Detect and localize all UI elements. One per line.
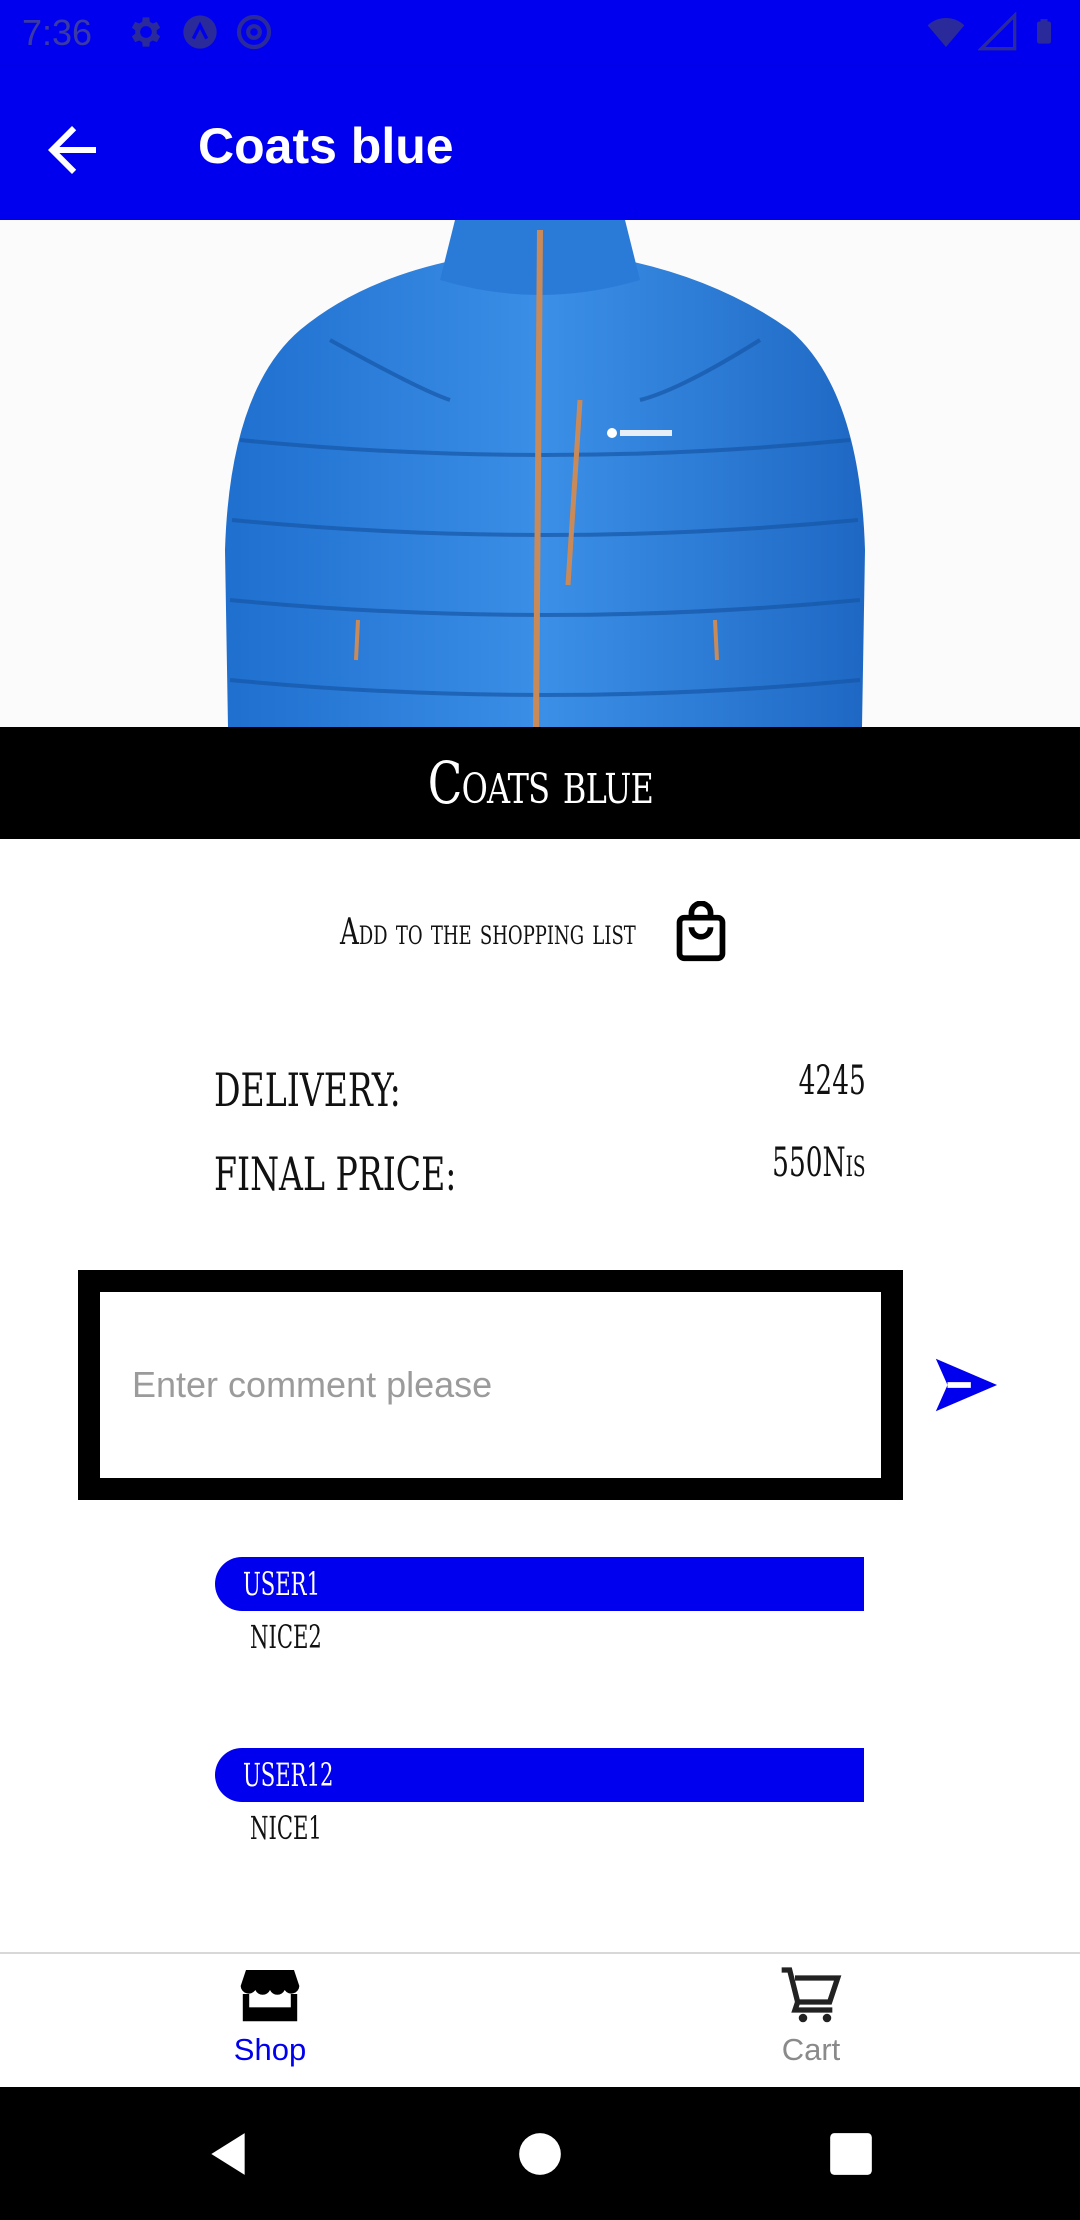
status-time: 7:36 bbox=[22, 12, 93, 53]
comment-box bbox=[78, 1270, 903, 1500]
final-price-value: 550Nis bbox=[772, 1140, 866, 1186]
back-arrow-icon[interactable] bbox=[36, 114, 108, 186]
nav-item-cart[interactable]: Cart bbox=[711, 1964, 911, 2084]
app-bar: Coats blue bbox=[0, 66, 1080, 220]
final-price-label: Final price: bbox=[214, 1147, 457, 1201]
system-navigation-bar bbox=[0, 2087, 1080, 2220]
delivery-label: Delivery: bbox=[214, 1063, 401, 1117]
app-badge-icon bbox=[183, 15, 217, 49]
system-recents-icon[interactable] bbox=[826, 2129, 876, 2179]
comment-author: user1 bbox=[215, 1557, 864, 1611]
wifi-icon bbox=[927, 18, 965, 47]
comment-author: user12 bbox=[215, 1748, 864, 1802]
send-icon[interactable] bbox=[928, 1350, 1002, 1420]
cart-icon bbox=[781, 1967, 842, 2023]
at-sign-icon bbox=[236, 14, 272, 50]
product-name-banner: Coats blue bbox=[0, 727, 1080, 839]
delivery-value: 4245 bbox=[798, 1058, 866, 1104]
page-title: Coats blue bbox=[198, 118, 454, 174]
battery-icon bbox=[1037, 19, 1051, 44]
nav-label-cart: Cart bbox=[781, 2032, 841, 2067]
bottom-navigation: Shop Cart bbox=[0, 1952, 1080, 2087]
product-screen: 7:36 Coats blue Coats blue Add to the sh… bbox=[0, 0, 1080, 2220]
comment-input[interactable] bbox=[100, 1292, 881, 1478]
jacket-illustration bbox=[225, 220, 865, 727]
comment-text: nice2 bbox=[250, 1618, 322, 1656]
product-image bbox=[0, 220, 1080, 727]
cell-signal-icon bbox=[978, 12, 1017, 51]
system-back-icon[interactable] bbox=[203, 2129, 253, 2179]
system-home-icon[interactable] bbox=[515, 2129, 565, 2179]
comment-text: nice1 bbox=[250, 1809, 322, 1847]
product-name: Coats blue bbox=[427, 749, 653, 817]
shopping-bag-icon bbox=[676, 901, 726, 962]
nav-item-shop[interactable]: Shop bbox=[170, 1964, 370, 2084]
add-to-list-label: Add to the shopping list bbox=[340, 911, 636, 953]
status-bar: 7:36 bbox=[0, 0, 1080, 66]
nav-label-shop: Shop bbox=[233, 2032, 307, 2067]
settings-icon bbox=[131, 17, 161, 47]
add-to-shopping-list-button[interactable]: Add to the shopping list bbox=[340, 896, 730, 968]
store-icon bbox=[240, 1970, 300, 2022]
